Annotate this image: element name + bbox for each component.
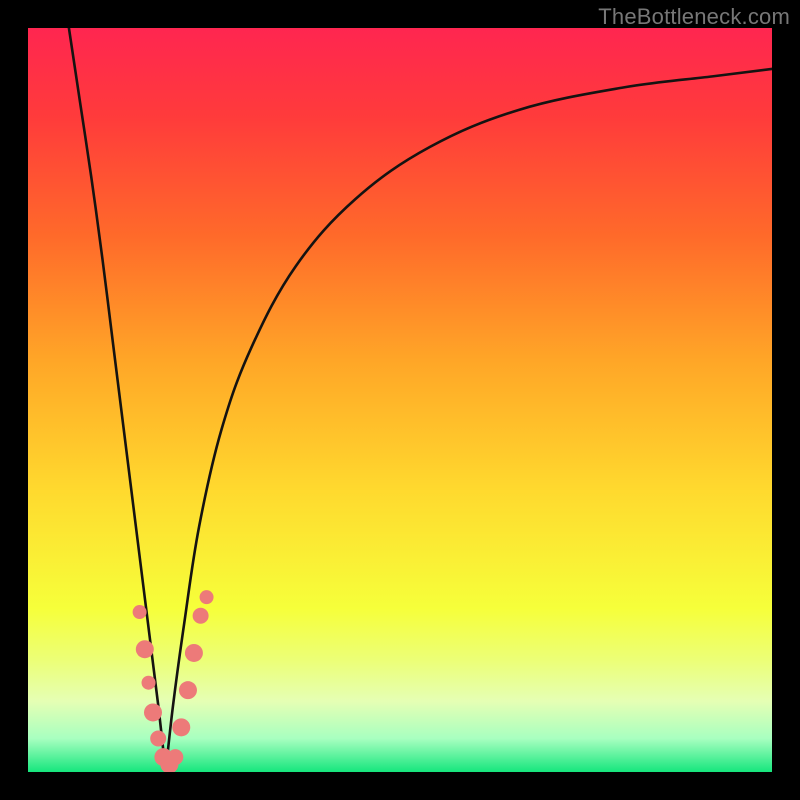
watermark-text: TheBottleneck.com [598,4,790,30]
chart-frame [28,28,772,772]
background-gradient [28,28,772,772]
